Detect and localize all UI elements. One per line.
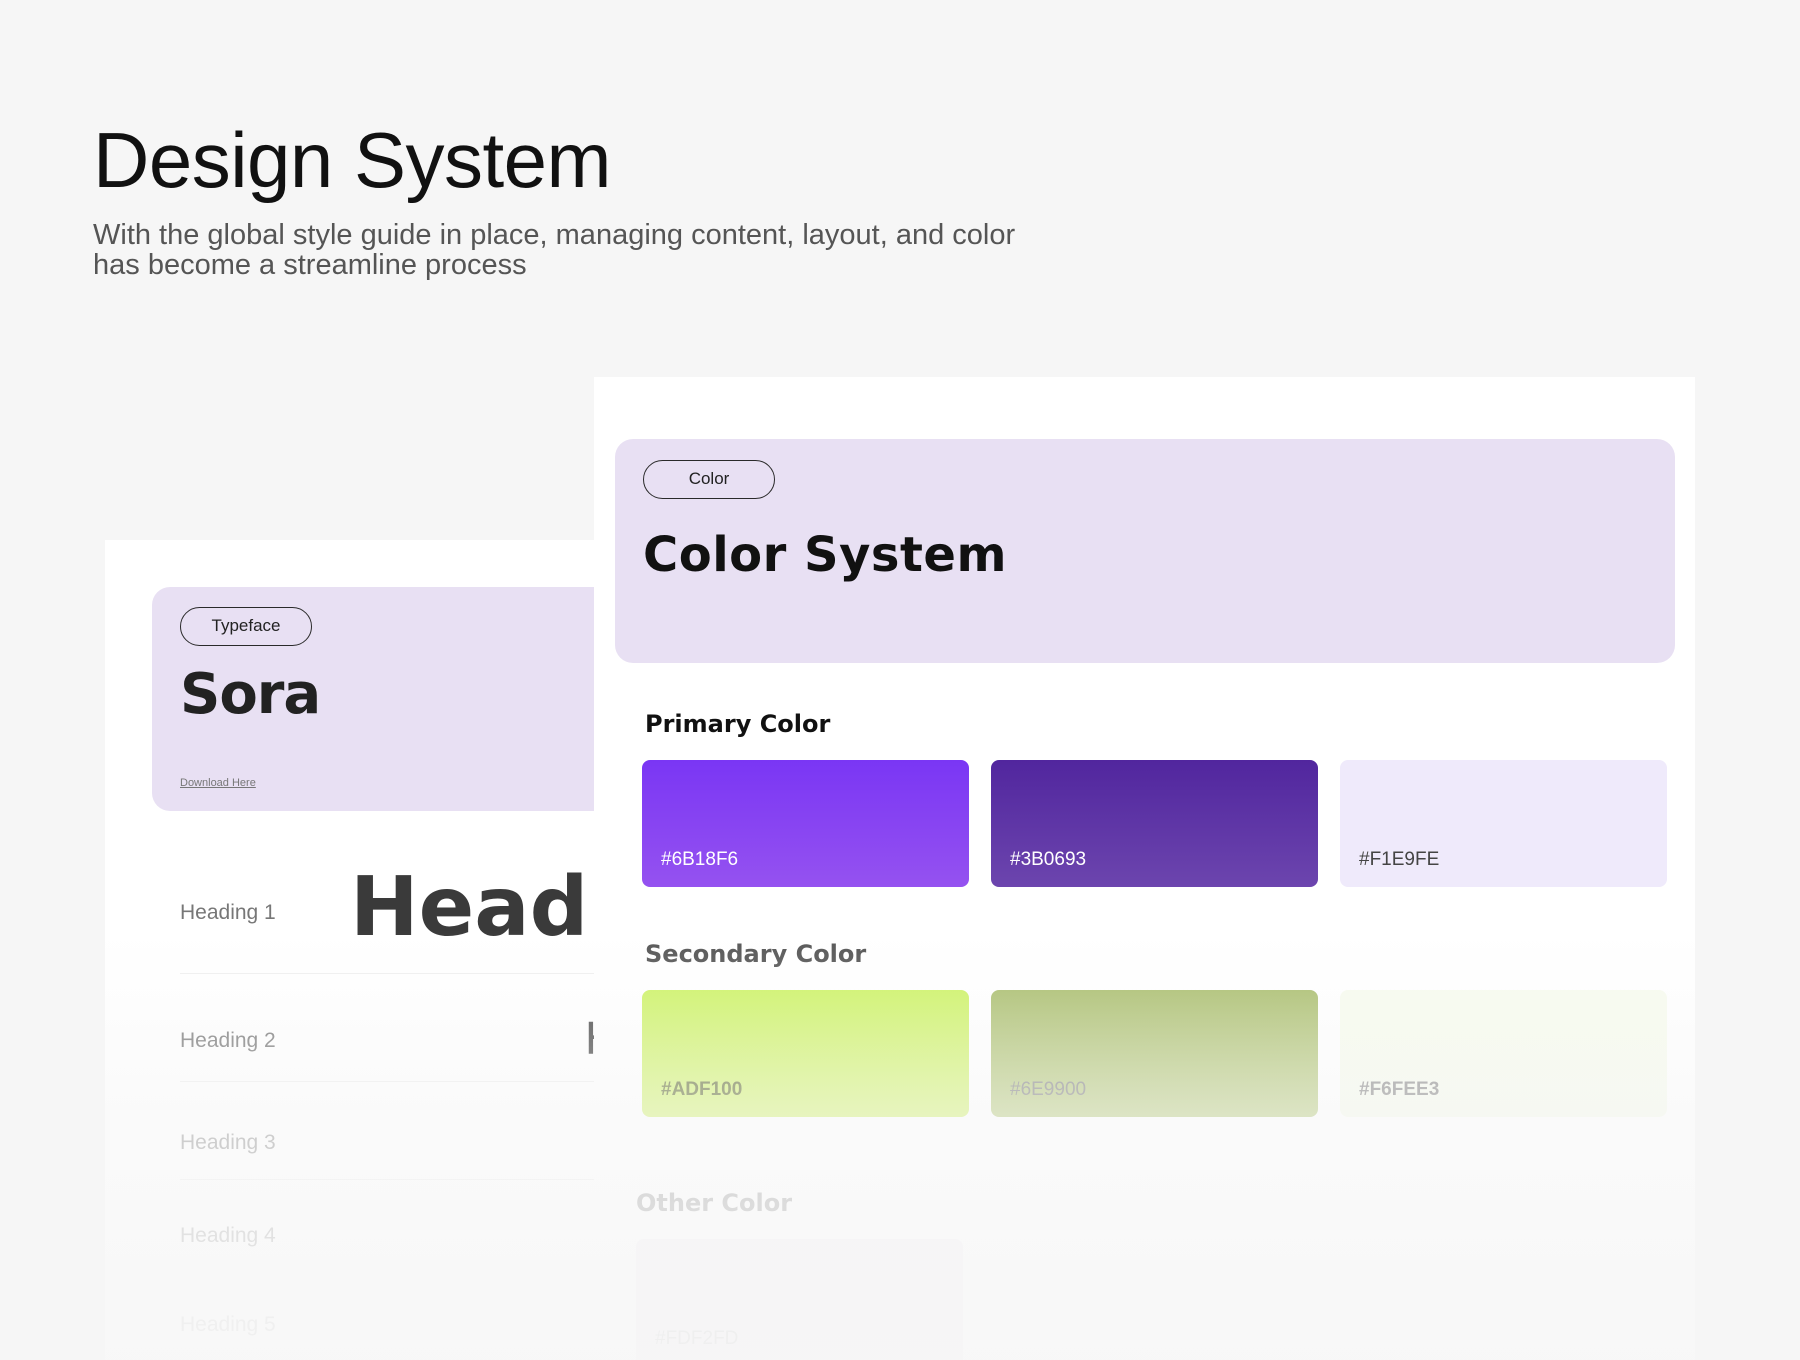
- swatch-hex: #6E9900: [1010, 1079, 1087, 1100]
- color-tag: Color: [643, 460, 775, 499]
- color-system-title: Color System: [643, 527, 1007, 583]
- heading-label: Heading 3: [180, 1131, 276, 1154]
- color-swatch: #3B0693: [991, 760, 1318, 887]
- heading-row: Heading 5: [180, 1275, 595, 1355]
- color-swatch: #F6FEE3: [1340, 990, 1667, 1117]
- heading-label: Heading 1: [180, 901, 276, 924]
- color-swatch: #6B18F6: [642, 760, 969, 887]
- color-hero: Color Color System: [615, 439, 1675, 663]
- typeface-name: Sora: [180, 662, 321, 727]
- swatch-hex: #F1E9FE: [1359, 849, 1440, 870]
- heading-label: Heading 4: [180, 1224, 276, 1247]
- heading-row: Heading 3 He: [180, 1081, 595, 1180]
- heading-row: Heading 2 Hea: [180, 973, 595, 1082]
- typeface-card: Typeface Sora Download Here Heading 1 He…: [105, 540, 595, 1360]
- secondary-color-label: Secondary Color: [645, 940, 867, 968]
- heading-label: Heading 2: [180, 1029, 276, 1052]
- color-swatch: #ADF100: [642, 990, 969, 1117]
- primary-color-label: Primary Color: [645, 710, 831, 738]
- heading-sample: Heading: [350, 860, 595, 955]
- typeface-hero: Typeface Sora Download Here: [152, 587, 595, 811]
- swatch-hex: #F6FEE3: [1359, 1079, 1440, 1100]
- download-link[interactable]: Download Here: [180, 777, 256, 789]
- heading-row: Heading 1 Heading: [180, 845, 595, 974]
- typeface-tag: Typeface: [180, 607, 312, 646]
- page-subtitle: With the global style guide in place, ma…: [93, 219, 1016, 282]
- swatch-hex: #6B18F6: [661, 849, 739, 870]
- color-swatch: #6E9900: [991, 990, 1318, 1117]
- color-swatch: #FDF2FD: [636, 1239, 963, 1360]
- heading-row: Heading 4 H: [180, 1179, 595, 1275]
- color-card: Color Color System Primary Color #6B18F6…: [594, 377, 1695, 1360]
- other-color-label: Other Color: [636, 1189, 793, 1217]
- swatch-hex: #3B0693: [1010, 849, 1087, 870]
- color-swatch: #F1E9FE: [1340, 760, 1667, 887]
- page-title: Design System: [93, 116, 612, 204]
- heading-label: Heading 5: [180, 1313, 276, 1336]
- swatch-hex: #FDF2FD: [655, 1328, 739, 1349]
- swatch-hex: #ADF100: [661, 1079, 743, 1100]
